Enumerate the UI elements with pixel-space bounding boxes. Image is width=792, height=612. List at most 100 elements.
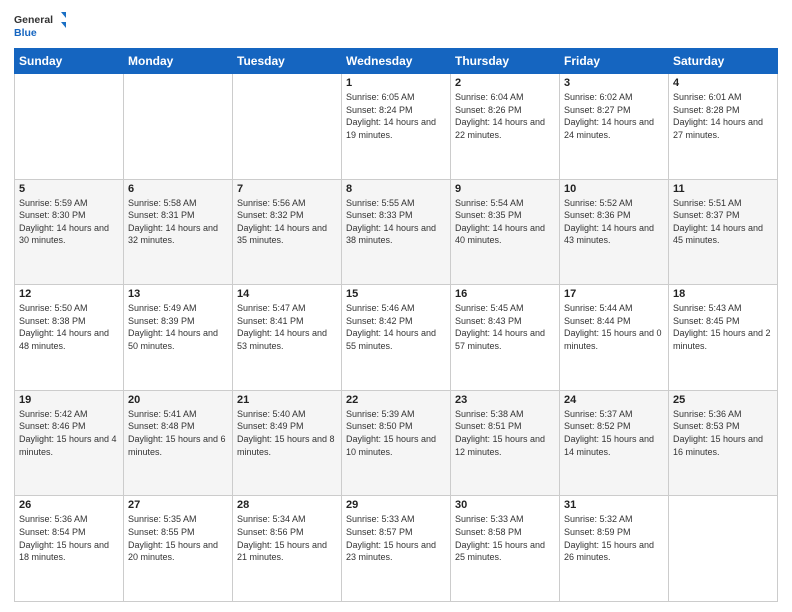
- day-number: 9: [455, 183, 555, 195]
- calendar-cell: [124, 74, 233, 180]
- day-number: 14: [237, 288, 337, 300]
- day-number: 6: [128, 183, 228, 195]
- day-number: 28: [237, 499, 337, 511]
- day-info: Sunrise: 5:49 AM Sunset: 8:39 PM Dayligh…: [128, 302, 228, 352]
- weekday-header-row: SundayMondayTuesdayWednesdayThursdayFrid…: [15, 49, 778, 74]
- calendar-cell: 2 Sunrise: 6:04 AM Sunset: 8:26 PM Daylig…: [451, 74, 560, 180]
- calendar-cell: 6 Sunrise: 5:58 AM Sunset: 8:31 PM Daylig…: [124, 179, 233, 285]
- calendar-cell: 15Sunrise: 5:46 AM Sunset: 8:42 PM Dayli…: [342, 285, 451, 391]
- day-info: Sunrise: 5:36 AM Sunset: 8:54 PM Dayligh…: [19, 513, 119, 563]
- calendar-cell: 31 Sunrise: 5:32 AM Sunset: 8:59 PM Dayli…: [560, 496, 669, 602]
- day-info: Sunrise: 5:52 AM Sunset: 8:36 PM Dayligh…: [564, 197, 664, 247]
- day-number: 27: [128, 499, 228, 511]
- day-info: Sunrise: 6:02 AM Sunset: 8:27 PM Dayligh…: [564, 91, 664, 141]
- day-info: Sunrise: 6:01 AM Sunset: 8:28 PM Dayligh…: [673, 91, 773, 141]
- calendar-cell: 17 Sunrise: 5:44 AM Sunset: 8:44 PM Dayli…: [560, 285, 669, 391]
- calendar-cell: 25Sunrise: 5:36 AM Sunset: 8:53 PM Dayli…: [669, 390, 778, 496]
- calendar-cell: 5 Sunrise: 5:59 AM Sunset: 8:30 PM Daylig…: [15, 179, 124, 285]
- weekday-header-saturday: Saturday: [669, 49, 778, 74]
- weekday-header-wednesday: Wednesday: [342, 49, 451, 74]
- calendar-cell: 30 Sunrise: 5:33 AM Sunset: 8:58 PM Dayli…: [451, 496, 560, 602]
- day-number: 29: [346, 499, 446, 511]
- day-info: Sunrise: 5:33 AM Sunset: 8:58 PM Dayligh…: [455, 513, 555, 563]
- calendar-cell: 29 Sunrise: 5:33 AM Sunset: 8:57 PM Dayli…: [342, 496, 451, 602]
- header: General Blue: [14, 10, 778, 42]
- day-number: 13: [128, 288, 228, 300]
- day-info: Sunrise: 5:38 AM Sunset: 8:51 PM Dayligh…: [455, 408, 555, 458]
- weekday-header-tuesday: Tuesday: [233, 49, 342, 74]
- day-number: 3: [564, 77, 664, 89]
- day-info: Sunrise: 5:56 AM Sunset: 8:32 PM Dayligh…: [237, 197, 337, 247]
- day-number: 4: [673, 77, 773, 89]
- svg-text:Blue: Blue: [14, 27, 37, 39]
- day-number: 21: [237, 394, 337, 406]
- calendar-cell: 21Sunrise: 5:40 AM Sunset: 8:49 PM Dayli…: [233, 390, 342, 496]
- day-info: Sunrise: 5:58 AM Sunset: 8:31 PM Dayligh…: [128, 197, 228, 247]
- day-number: 20: [128, 394, 228, 406]
- day-info: Sunrise: 6:05 AM Sunset: 8:24 PM Dayligh…: [346, 91, 446, 141]
- calendar-cell: 3 Sunrise: 6:02 AM Sunset: 8:27 PM Daylig…: [560, 74, 669, 180]
- day-info: Sunrise: 5:55 AM Sunset: 8:33 PM Dayligh…: [346, 197, 446, 247]
- day-info: Sunrise: 5:39 AM Sunset: 8:50 PM Dayligh…: [346, 408, 446, 458]
- calendar-cell: 4 Sunrise: 6:01 AM Sunset: 8:28 PM Daylig…: [669, 74, 778, 180]
- day-number: 12: [19, 288, 119, 300]
- calendar-cell: 11 Sunrise: 5:51 AM Sunset: 8:37 PM Dayli…: [669, 179, 778, 285]
- day-number: 7: [237, 183, 337, 195]
- day-info: Sunrise: 5:34 AM Sunset: 8:56 PM Dayligh…: [237, 513, 337, 563]
- logo: General Blue: [14, 10, 66, 42]
- day-number: 5: [19, 183, 119, 195]
- calendar-cell: 19 Sunrise: 5:42 AM Sunset: 8:46 PM Dayli…: [15, 390, 124, 496]
- day-info: Sunrise: 5:44 AM Sunset: 8:44 PM Dayligh…: [564, 302, 664, 352]
- calendar-cell: 20 Sunrise: 5:41 AM Sunset: 8:48 PM Dayli…: [124, 390, 233, 496]
- calendar-cell: 26 Sunrise: 5:36 AM Sunset: 8:54 PM Dayli…: [15, 496, 124, 602]
- calendar-week-2: 5 Sunrise: 5:59 AM Sunset: 8:30 PM Daylig…: [15, 179, 778, 285]
- day-number: 31: [564, 499, 664, 511]
- day-info: Sunrise: 5:33 AM Sunset: 8:57 PM Dayligh…: [346, 513, 446, 563]
- day-number: 10: [564, 183, 664, 195]
- day-info: Sunrise: 5:41 AM Sunset: 8:48 PM Dayligh…: [128, 408, 228, 458]
- calendar-week-3: 12 Sunrise: 5:50 AM Sunset: 8:38 PM Dayli…: [15, 285, 778, 391]
- weekday-header-sunday: Sunday: [15, 49, 124, 74]
- calendar-cell: 24Sunrise: 5:37 AM Sunset: 8:52 PM Dayli…: [560, 390, 669, 496]
- calendar-cell: [15, 74, 124, 180]
- day-number: 26: [19, 499, 119, 511]
- day-info: Sunrise: 6:04 AM Sunset: 8:26 PM Dayligh…: [455, 91, 555, 141]
- calendar-cell: 27 Sunrise: 5:35 AM Sunset: 8:55 PM Dayli…: [124, 496, 233, 602]
- day-number: 16: [455, 288, 555, 300]
- calendar-cell: 9 Sunrise: 5:54 AM Sunset: 8:35 PM Daylig…: [451, 179, 560, 285]
- day-number: 2: [455, 77, 555, 89]
- day-info: Sunrise: 5:37 AM Sunset: 8:52 PM Dayligh…: [564, 408, 664, 458]
- day-info: Sunrise: 5:32 AM Sunset: 8:59 PM Dayligh…: [564, 513, 664, 563]
- day-number: 11: [673, 183, 773, 195]
- day-info: Sunrise: 5:54 AM Sunset: 8:35 PM Dayligh…: [455, 197, 555, 247]
- day-info: Sunrise: 5:36 AM Sunset: 8:53 PM Dayligh…: [673, 408, 773, 458]
- calendar-table: SundayMondayTuesdayWednesdayThursdayFrid…: [14, 48, 778, 602]
- calendar-week-4: 19 Sunrise: 5:42 AM Sunset: 8:46 PM Dayli…: [15, 390, 778, 496]
- calendar-cell: 13 Sunrise: 5:49 AM Sunset: 8:39 PM Dayli…: [124, 285, 233, 391]
- day-info: Sunrise: 5:51 AM Sunset: 8:37 PM Dayligh…: [673, 197, 773, 247]
- calendar-cell: 16 Sunrise: 5:45 AM Sunset: 8:43 PM Dayli…: [451, 285, 560, 391]
- calendar-cell: 22 Sunrise: 5:39 AM Sunset: 8:50 PM Dayli…: [342, 390, 451, 496]
- svg-text:General: General: [14, 14, 53, 26]
- day-number: 15: [346, 288, 446, 300]
- calendar-cell: 14 Sunrise: 5:47 AM Sunset: 8:41 PM Dayli…: [233, 285, 342, 391]
- weekday-header-monday: Monday: [124, 49, 233, 74]
- day-info: Sunrise: 5:43 AM Sunset: 8:45 PM Dayligh…: [673, 302, 773, 352]
- calendar-cell: 1Sunrise: 6:05 AM Sunset: 8:24 PM Daylig…: [342, 74, 451, 180]
- day-number: 30: [455, 499, 555, 511]
- day-info: Sunrise: 5:59 AM Sunset: 8:30 PM Dayligh…: [19, 197, 119, 247]
- day-number: 22: [346, 394, 446, 406]
- day-info: Sunrise: 5:35 AM Sunset: 8:55 PM Dayligh…: [128, 513, 228, 563]
- calendar-cell: [233, 74, 342, 180]
- day-number: 17: [564, 288, 664, 300]
- calendar-cell: 8Sunrise: 5:55 AM Sunset: 8:33 PM Daylig…: [342, 179, 451, 285]
- calendar-week-5: 26 Sunrise: 5:36 AM Sunset: 8:54 PM Dayli…: [15, 496, 778, 602]
- day-info: Sunrise: 5:42 AM Sunset: 8:46 PM Dayligh…: [19, 408, 119, 458]
- day-info: Sunrise: 5:45 AM Sunset: 8:43 PM Dayligh…: [455, 302, 555, 352]
- day-number: 19: [19, 394, 119, 406]
- calendar-week-1: 1Sunrise: 6:05 AM Sunset: 8:24 PM Daylig…: [15, 74, 778, 180]
- day-info: Sunrise: 5:47 AM Sunset: 8:41 PM Dayligh…: [237, 302, 337, 352]
- day-info: Sunrise: 5:50 AM Sunset: 8:38 PM Dayligh…: [19, 302, 119, 352]
- calendar-cell: 23Sunrise: 5:38 AM Sunset: 8:51 PM Dayli…: [451, 390, 560, 496]
- logo-svg: General Blue: [14, 10, 66, 42]
